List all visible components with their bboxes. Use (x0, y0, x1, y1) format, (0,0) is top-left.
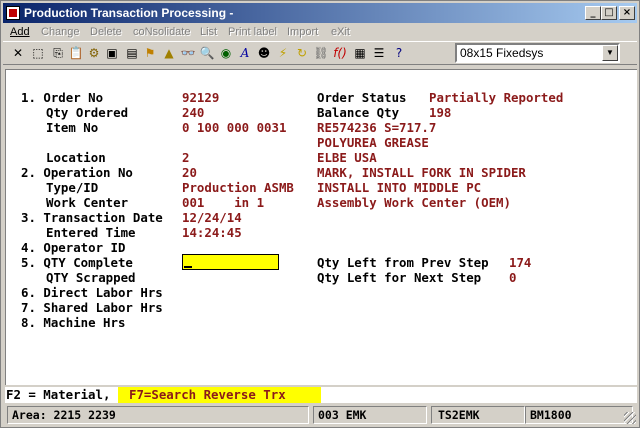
menu-add[interactable]: Add (10, 26, 30, 38)
menu-consolidate[interactable]: coNsolidate (133, 26, 190, 38)
qty-ordered-value: 240 (182, 105, 205, 120)
select-icon[interactable]: ⬚ (29, 44, 47, 62)
operation-no-label: 2. Operation No (21, 165, 133, 180)
order-status-label: Order Status (317, 90, 407, 105)
status-area: Area: 2215 2239 (7, 406, 309, 424)
document-icon[interactable]: ▤ (123, 44, 141, 62)
type-description: INSTALL INTO MIDDLE PC (317, 180, 482, 195)
status-bar: Area: 2215 2239 003 EMK TS2EMK BM1800 (5, 405, 637, 425)
window-icon[interactable]: ▣ (103, 44, 121, 62)
qty-left-prev-label: Qty Left from Prev Step (317, 255, 489, 270)
menu-exit[interactable]: eXit (331, 26, 350, 38)
order-no-label: 1. Order No (21, 90, 104, 105)
resize-grip-icon[interactable] (624, 412, 636, 424)
machine-hrs-label: 8. Machine Hrs (21, 315, 126, 330)
item-description-1: RE574236 S=717.7 (317, 120, 437, 135)
qty-left-next-value: 0 (509, 270, 517, 285)
transaction-date-label: 3. Transaction Date (21, 210, 163, 225)
shared-labor-label: 7. Shared Labor Hrs (21, 300, 163, 315)
app-icon (6, 6, 20, 20)
function-icon[interactable]: f() (331, 44, 349, 62)
toolbar: ✕ ⬚ ⎘ 📋 ⚙ ▣ ▤ ⚑ ▲ 👓 🔍 ◉ A ☻ ⚡ ↻ ⛓ f() ▦ … (3, 41, 637, 65)
qty-complete-label: 5. QTY Complete (21, 255, 133, 270)
order-no-value: 92129 (182, 90, 220, 105)
balance-qty-value: 198 (429, 105, 452, 120)
balance-qty-label: Balance Qty (317, 105, 400, 120)
work-center-description: Assembly Work Center (OEM) (317, 195, 511, 210)
chevron-down-icon[interactable]: ▼ (602, 45, 618, 61)
menu-bar: Add Change Delete coNsolidate List Print… (3, 24, 637, 41)
list-icon[interactable]: ☰ (370, 44, 388, 62)
terminal-screen: 1. Order No 92129 Order Status Partially… (5, 69, 637, 385)
work-center-label: Work Center (46, 195, 129, 210)
qty-left-next-label: Qty Left for Next Step (317, 270, 482, 285)
item-no-label: Item No (46, 120, 99, 135)
status-terminal: BM1800 (525, 406, 633, 424)
paste-icon[interactable]: 📋 (67, 44, 85, 62)
menu-change[interactable]: Change (41, 26, 80, 38)
close-button[interactable]: × (619, 6, 635, 20)
location-description: ELBE USA (317, 150, 377, 165)
bell-icon[interactable]: ▲ (160, 44, 178, 62)
user-icon[interactable]: ☻ (255, 44, 273, 62)
font-size-select[interactable]: 08x15 Fixedsys ▼ (455, 43, 620, 63)
refresh-icon[interactable]: ↻ (293, 44, 311, 62)
find-icon[interactable]: 👓 (179, 44, 197, 62)
qty-left-prev-value: 174 (509, 255, 532, 270)
menu-list[interactable]: List (200, 26, 217, 38)
work-center-value: 001 in 1 (182, 195, 265, 210)
lightning-icon[interactable]: ⚡ (274, 44, 292, 62)
type-id-label: Type/ID (46, 180, 99, 195)
link-icon[interactable]: ⛓ (312, 44, 330, 62)
item-no-value: 0 100 000 0031 (182, 120, 287, 135)
settings-gear-icon[interactable]: ⚙ (85, 44, 103, 62)
entered-time-value: 14:24:45 (182, 225, 242, 240)
function-key-bar: F2 = Material, F7=Search Reverse Trx (5, 387, 637, 403)
transaction-date-value: 12/24/14 (182, 210, 242, 225)
window-title: Production Transaction Processing - (24, 6, 234, 20)
globe-icon[interactable]: ◉ (217, 44, 235, 62)
title-bar[interactable]: Production Transaction Processing - _ □ … (3, 3, 637, 23)
location-label: Location (46, 150, 106, 165)
help-icon[interactable]: ? (390, 44, 408, 62)
location-value: 2 (182, 150, 190, 165)
qty-complete-input[interactable] (182, 254, 279, 270)
text-cursor (184, 266, 192, 268)
qty-ordered-label: Qty Ordered (46, 105, 129, 120)
flag-icon[interactable]: ⚑ (141, 44, 159, 62)
font-size-value: 08x15 Fixedsys (460, 46, 544, 60)
qty-scrapped-label: QTY Scrapped (46, 270, 136, 285)
operation-no-value: 20 (182, 165, 197, 180)
app-window: Production Transaction Processing - _ □ … (0, 0, 640, 428)
maximize-button[interactable]: □ (601, 6, 617, 20)
direct-labor-label: 6. Direct Labor Hrs (21, 285, 163, 300)
copy-icon[interactable]: ⎘ (49, 44, 67, 62)
menu-print-label[interactable]: Print label (228, 26, 277, 38)
font-icon[interactable]: A (236, 44, 254, 62)
menu-delete[interactable]: Delete (90, 26, 122, 38)
operator-id-label: 4. Operator ID (21, 240, 126, 255)
entered-time-label: Entered Time (46, 225, 136, 240)
item-description-2: POLYUREA GREASE (317, 135, 429, 150)
status-code: 003 EMK (313, 406, 427, 424)
minimize-button[interactable]: _ (585, 6, 601, 20)
close-x-icon[interactable]: ✕ (9, 44, 27, 62)
operation-description: MARK, INSTALL FORK IN SPIDER (317, 165, 526, 180)
calculator-icon[interactable]: ▦ (351, 44, 369, 62)
menu-import[interactable]: Import (287, 26, 318, 38)
order-status-value: Partially Reported (429, 90, 564, 105)
zoom-icon[interactable]: 🔍 (198, 44, 216, 62)
type-id-value: Production ASMB (182, 180, 294, 195)
f7-search-reverse-hint[interactable]: F7=Search Reverse Trx (118, 387, 321, 403)
status-company: TS2EMK (431, 406, 525, 424)
f2-material-hint[interactable]: F2 = Material, (5, 387, 110, 403)
